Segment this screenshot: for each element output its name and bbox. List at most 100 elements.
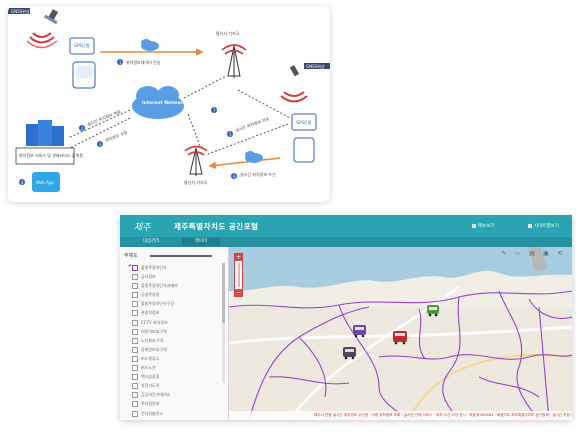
layer-item[interactable]: ✔ 불법주정차단속 bbox=[128, 263, 222, 272]
link-right-label2: 실시간 위치정보 수신 bbox=[240, 171, 276, 177]
layer-item[interactable]: 버스정류소 bbox=[132, 354, 222, 363]
link-right-label: 실시간 위치정보 전송 bbox=[234, 115, 270, 133]
layer-label: CCTV 위치정보 bbox=[141, 319, 168, 325]
map-portal-window: 제주 제주특별자치도 공간포털 메뉴보기 사이트맵보기 대상관리 레이어 주제도… bbox=[120, 215, 572, 420]
layer-item[interactable]: 버스노선 bbox=[132, 363, 222, 372]
layer-item[interactable]: CCTV 위치정보 bbox=[132, 318, 222, 327]
layer-item[interactable]: 장애인보호구역 bbox=[132, 345, 222, 354]
layer-checkbox[interactable] bbox=[132, 328, 138, 335]
map-status-bar: 제주시 연동 실시간 위치정보 수신중 · 차량 위치정보 조회 · 실시간 관… bbox=[229, 411, 572, 420]
layer-checkbox[interactable] bbox=[132, 310, 138, 317]
layer-label: 공공자전거대여소 bbox=[141, 392, 171, 398]
satellite-right-label: GNSS위성 bbox=[306, 63, 325, 69]
tower-top-icon: 통신사 기지국 bbox=[216, 30, 247, 78]
map-view[interactable]: + − ✎ ▭ ▤ ▣ ⟲ 제주시 연동 실시간 위치정보 수신중 · 차량 위… bbox=[229, 247, 572, 420]
server-label: 위치정보 서비스 및 관제서비스 플랫폼 bbox=[19, 152, 83, 158]
gps-device-right-icon: GPS단말 bbox=[291, 113, 317, 163]
layer-item[interactable]: 자전거도로 bbox=[132, 381, 222, 390]
portal-header: 제주 제주특별자치도 공간포털 메뉴보기 사이트맵보기 bbox=[120, 215, 572, 237]
layer-label: 전기차충전소 bbox=[141, 410, 164, 416]
tower-top-label: 통신사 기지국 bbox=[216, 30, 240, 36]
layer-item[interactable]: 공사정보 bbox=[132, 272, 222, 281]
portal-logo[interactable]: 제주 bbox=[134, 220, 151, 233]
layer-label: 주차장정보 bbox=[141, 401, 160, 407]
layer-checkbox[interactable] bbox=[132, 374, 138, 381]
layer-checkbox[interactable] bbox=[132, 265, 138, 271]
zoom-out-button[interactable]: − bbox=[235, 289, 242, 296]
portal-title: 제주특별자치도 공간포털 bbox=[174, 222, 259, 231]
layer-checkbox[interactable] bbox=[132, 355, 138, 362]
layer-item[interactable]: 주차장정보 bbox=[132, 399, 222, 408]
link-gps-label: 위치정보데이터 전송 bbox=[126, 59, 161, 65]
reset-icon[interactable]: ⟲ bbox=[556, 250, 564, 258]
layer-item[interactable]: 관광지정보 bbox=[132, 308, 222, 317]
opacity-slider[interactable] bbox=[150, 255, 212, 257]
satellite-right-icon: GNSS위성 bbox=[280, 63, 330, 103]
sitemap-button[interactable]: 사이트맵보기 bbox=[528, 223, 559, 229]
layer-item[interactable]: 노인보호구역 bbox=[132, 336, 222, 345]
menu-button[interactable]: 메뉴보기 bbox=[472, 223, 495, 229]
device-right-label: GPS단말 bbox=[296, 119, 312, 125]
sitemap-icon bbox=[528, 223, 532, 228]
layer-checkbox[interactable] bbox=[132, 346, 138, 353]
tab-layers[interactable]: 레이어 bbox=[182, 238, 220, 246]
layer-checkbox[interactable] bbox=[132, 283, 138, 290]
layer-item[interactable]: 어린이보호구역 bbox=[132, 327, 222, 336]
tower-bottom-label: 통신사 기지국 bbox=[184, 179, 208, 185]
layer-checkbox[interactable] bbox=[132, 319, 138, 326]
save-icon[interactable]: ▣ bbox=[542, 250, 550, 258]
layer-checkbox[interactable] bbox=[132, 392, 138, 399]
portal-tab-bar: 대상관리 레이어 bbox=[120, 237, 572, 247]
system-diagram: GNSS위성 GPS단말 1 위치정보데이터 전송 통신사 기지국 Intern… bbox=[8, 6, 330, 202]
zoom-in-button[interactable]: + bbox=[235, 254, 242, 261]
device-top-label: GPS단말 bbox=[74, 42, 90, 48]
pen-icon[interactable]: ✎ bbox=[500, 250, 508, 258]
link-data-label: 실시간 위치정보 제공 bbox=[86, 108, 122, 127]
layer-checkbox[interactable] bbox=[132, 292, 138, 299]
layer-checkbox[interactable] bbox=[132, 337, 138, 344]
zoom-slider[interactable] bbox=[237, 263, 240, 287]
satellite-top-icon: GNSS위성 bbox=[8, 8, 59, 49]
layer-label: 노인보호구역 bbox=[141, 337, 164, 343]
layer-checkbox[interactable] bbox=[132, 365, 138, 372]
map-toolbar: ✎ ▭ ▤ ▣ ⟲ bbox=[500, 250, 566, 259]
layer-checkbox[interactable] bbox=[132, 410, 138, 417]
system-diagram-svg: GNSS위성 GPS단말 1 위치정보데이터 전송 통신사 기지국 Intern… bbox=[8, 8, 330, 192]
satellite-top-label: GNSS위성 bbox=[11, 8, 30, 14]
zoom-control: + − bbox=[234, 253, 243, 297]
ruler-icon[interactable]: ▭ bbox=[514, 250, 522, 258]
map-svg[interactable] bbox=[229, 247, 572, 420]
gps-device-top-icon: GPS단말 bbox=[69, 37, 96, 89]
internet-label: Internet Network bbox=[142, 100, 187, 106]
link-server-label: 위치정보 수집 bbox=[104, 128, 128, 142]
layer-checkbox[interactable] bbox=[132, 401, 138, 408]
small-cloud-bottom-icon bbox=[245, 151, 263, 163]
layer-label: 어린이보호구역 bbox=[141, 328, 167, 334]
app-label: Web App bbox=[36, 180, 54, 185]
sidebar-scrollbar[interactable] bbox=[222, 263, 225, 383]
layer-item[interactable]: 택시승강장 bbox=[132, 372, 222, 381]
layer-label: 공사정보 bbox=[141, 274, 156, 280]
small-cloud-top-icon bbox=[141, 39, 159, 51]
layer-item[interactable]: 공공자전거대여소 bbox=[132, 390, 222, 399]
layer-label: 불법주정차단속 bbox=[141, 265, 167, 270]
layer-label: 자전거도로 bbox=[141, 383, 160, 389]
layer-item[interactable]: 전기차충전소 bbox=[132, 409, 222, 418]
layer-item[interactable]: 불법주정차단속카메라 bbox=[132, 281, 222, 290]
layer-checkbox[interactable] bbox=[132, 301, 138, 308]
sidebar-scroll-thumb[interactable] bbox=[222, 263, 225, 323]
tower-bottom-icon: 통신사 기지국 bbox=[184, 145, 208, 185]
sitemap-button-label: 사이트맵보기 bbox=[534, 224, 559, 229]
tab-target-management[interactable]: 대상관리 bbox=[132, 238, 170, 246]
layer-checkbox[interactable] bbox=[132, 383, 138, 390]
layer-label: 관광지정보 bbox=[141, 310, 160, 316]
layer-item[interactable]: 공영주차장 bbox=[132, 290, 222, 299]
layer-label: 불법주정차단속카메라 bbox=[141, 283, 178, 289]
layer-label: 버스노선 bbox=[141, 365, 156, 371]
print-icon[interactable]: ▤ bbox=[528, 250, 536, 258]
layer-item[interactable]: 불법주정차단속구간 bbox=[132, 299, 222, 308]
layer-label: 불법주정차단속구간 bbox=[141, 301, 175, 307]
layer-label: 택시승강장 bbox=[141, 374, 160, 380]
layer-checkbox[interactable] bbox=[132, 274, 138, 281]
layer-list: ✔ 불법주정차단속공사정보불법주정차단속카메라 공영주차장불법주정차단속구간관광지정… bbox=[128, 263, 222, 418]
